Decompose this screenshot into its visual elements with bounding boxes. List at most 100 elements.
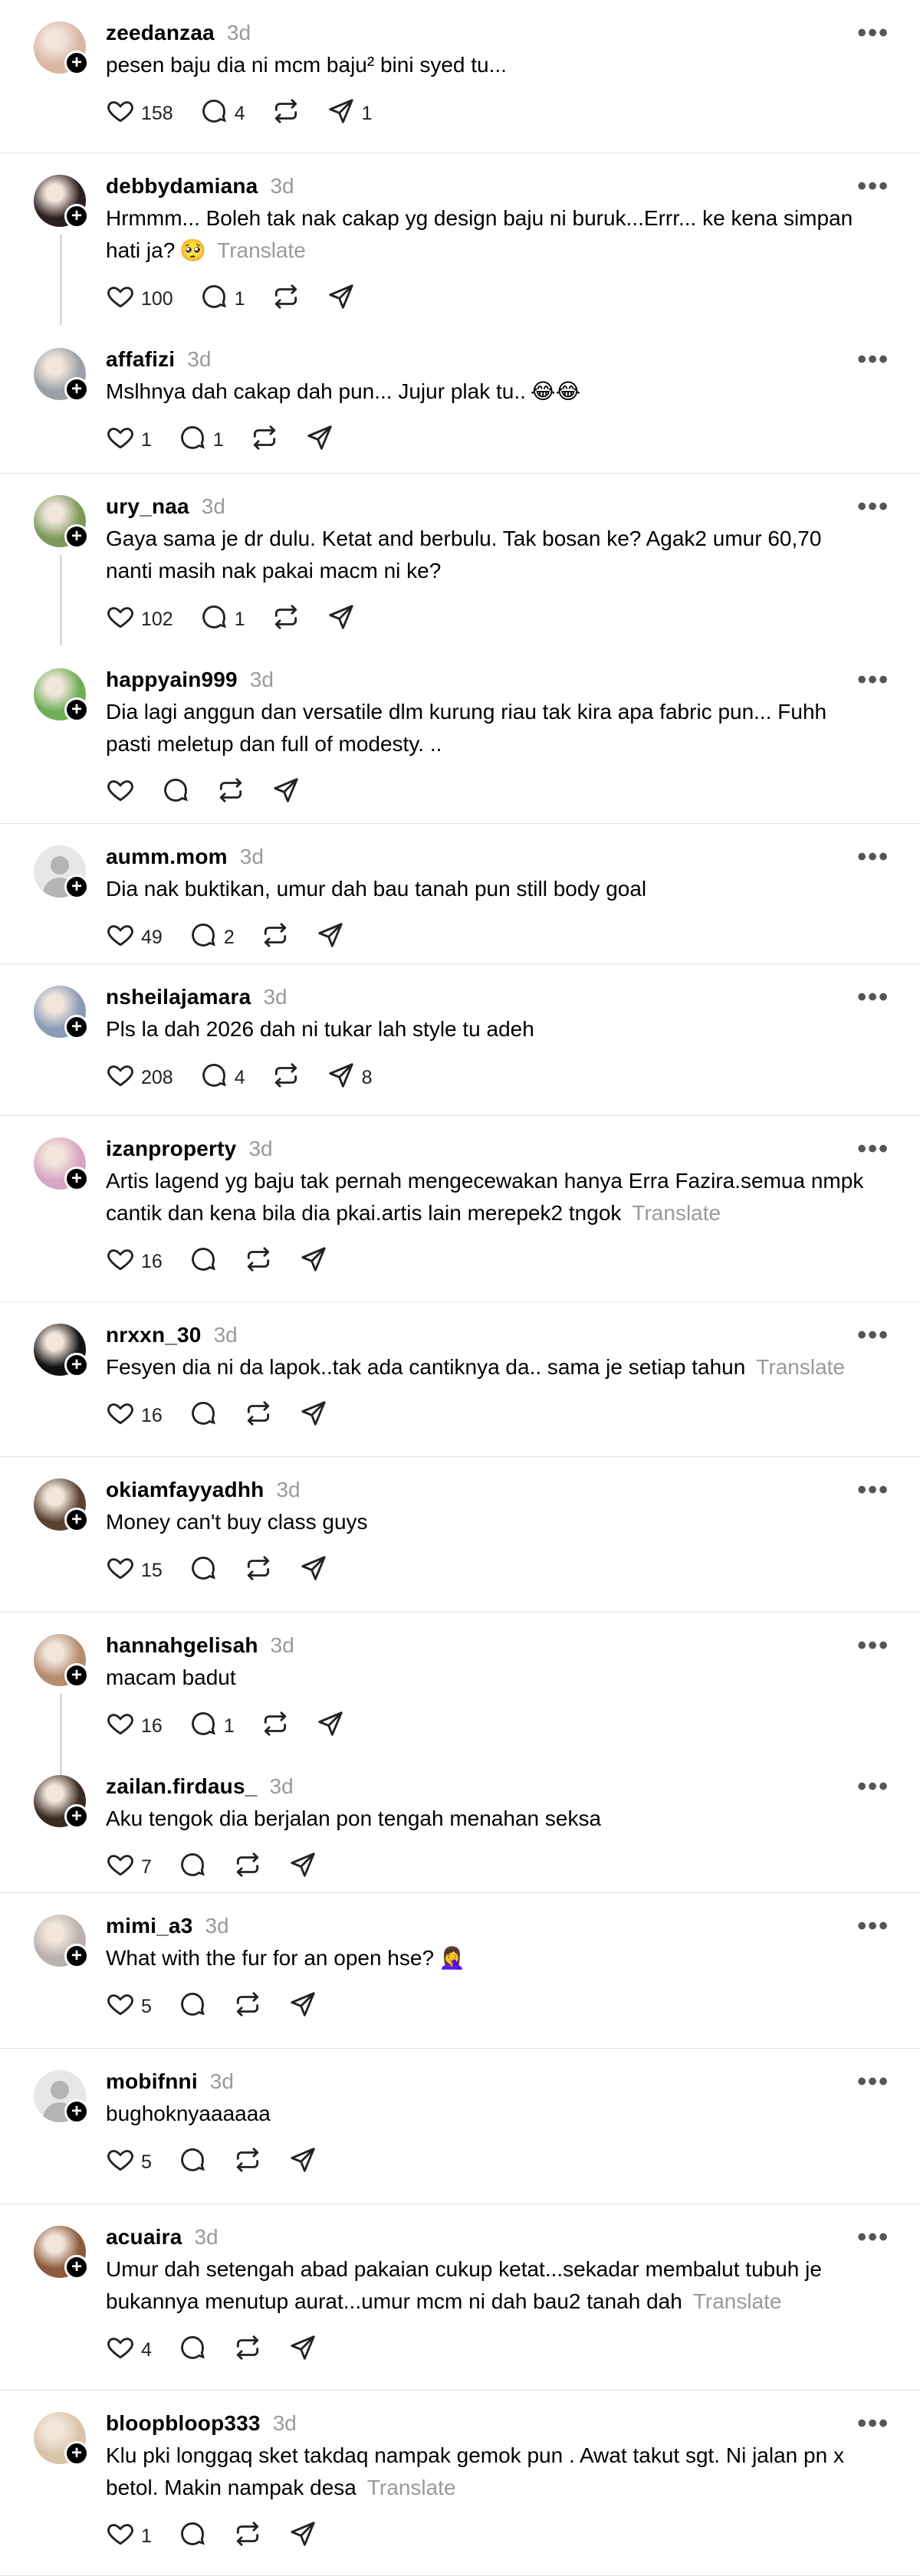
translate-link[interactable]: Translate [693,2289,782,2313]
like-button[interactable]: 15 [106,1554,163,1588]
follow-plus-icon[interactable]: + [64,1353,89,1377]
repost-button[interactable] [233,1990,262,2024]
share-button[interactable] [288,2145,317,2180]
translate-link[interactable]: Translate [367,2476,456,2499]
repost-button[interactable] [271,97,301,131]
reply-button[interactable] [161,776,190,810]
username-link[interactable]: happyain999 [106,668,238,692]
username-link[interactable]: hannahgelisah [106,1633,258,1658]
share-button[interactable] [305,423,334,458]
more-options-icon[interactable]: ••• [857,345,889,375]
follow-plus-icon[interactable]: + [64,1804,89,1829]
username-link[interactable]: ury_naa [106,494,189,519]
like-button[interactable]: 158 [106,97,173,131]
share-button[interactable] [299,1245,328,1279]
username-link[interactable]: okiamfayyadhh [106,1478,264,1502]
repost-button[interactable] [216,776,245,810]
follow-plus-icon[interactable]: + [64,1508,89,1532]
share-button[interactable] [316,920,345,955]
like-button[interactable] [106,776,135,810]
reply-button[interactable]: 1 [189,1709,235,1744]
reply-button[interactable] [178,1990,207,2024]
more-options-icon[interactable]: ••• [857,18,889,48]
reply-button[interactable]: 1 [178,423,224,458]
reply-button[interactable] [189,1399,218,1433]
share-button[interactable]: 1 [327,97,373,131]
translate-link[interactable]: Translate [632,1201,721,1225]
more-options-icon[interactable]: ••• [857,983,889,1012]
username-link[interactable]: mimi_a3 [106,1914,192,1938]
like-button[interactable]: 7 [106,1850,152,1885]
like-button[interactable]: 49 [106,920,163,955]
like-button[interactable]: 16 [106,1245,163,1279]
more-options-icon[interactable]: ••• [857,842,889,872]
reply-button[interactable] [178,2333,207,2368]
like-button[interactable]: 4 [106,2333,152,2368]
follow-plus-icon[interactable]: + [64,1167,89,1191]
follow-plus-icon[interactable]: + [64,875,89,899]
translate-link[interactable]: Translate [756,1355,845,1379]
username-link[interactable]: izanproperty [106,1137,236,1161]
repost-button[interactable] [233,2333,262,2368]
repost-button[interactable] [233,2145,262,2180]
more-options-icon[interactable]: ••• [857,1134,889,1164]
follow-plus-icon[interactable]: + [64,697,89,722]
repost-button[interactable] [233,1850,262,1885]
share-button[interactable] [299,1399,328,1433]
share-button[interactable] [299,1554,328,1588]
like-button[interactable]: 5 [106,1990,152,2024]
repost-button[interactable] [261,1709,290,1744]
username-link[interactable]: bloopbloop333 [106,2411,261,2436]
repost-button[interactable] [244,1554,273,1588]
share-button[interactable] [288,1850,317,1885]
username-link[interactable]: affafizi [106,347,175,372]
username-link[interactable]: zailan.firdaus_ [106,1774,258,1799]
more-options-icon[interactable]: ••• [857,2409,889,2439]
follow-plus-icon[interactable]: + [64,204,89,228]
repost-button[interactable] [271,602,301,637]
more-options-icon[interactable]: ••• [857,172,889,202]
reply-button[interactable] [178,1850,207,1885]
repost-button[interactable] [244,1399,273,1433]
repost-button[interactable] [261,920,290,955]
username-link[interactable]: aumm.mom [106,845,228,869]
username-link[interactable]: mobifnni [106,2069,198,2094]
translate-link[interactable]: Translate [217,238,306,262]
username-link[interactable]: zeedanzaa [106,21,215,45]
follow-plus-icon[interactable]: + [64,51,89,75]
follow-plus-icon[interactable]: + [64,1944,89,1968]
like-button[interactable]: 16 [106,1399,163,1433]
repost-button[interactable] [233,2519,262,2554]
repost-button[interactable] [271,282,301,317]
like-button[interactable]: 102 [106,602,173,637]
username-link[interactable]: acuaira [106,2225,182,2249]
like-button[interactable]: 1 [106,423,152,458]
follow-plus-icon[interactable]: + [64,1015,89,1039]
share-button[interactable] [288,1990,317,2024]
follow-plus-icon[interactable]: + [64,2099,89,2124]
follow-plus-icon[interactable]: + [64,377,89,402]
repost-button[interactable] [250,423,279,458]
more-options-icon[interactable]: ••• [857,1772,889,1802]
share-button[interactable]: 8 [327,1061,373,1095]
more-options-icon[interactable]: ••• [857,1631,889,1661]
username-link[interactable]: debbydamiana [106,174,258,199]
like-button[interactable]: 208 [106,1061,173,1095]
username-link[interactable]: nsheilajamara [106,985,251,1009]
follow-plus-icon[interactable]: + [64,524,89,549]
share-button[interactable] [316,1709,345,1744]
reply-button[interactable]: 1 [199,602,245,637]
reply-button[interactable] [189,1245,218,1279]
share-button[interactable] [271,776,301,810]
repost-button[interactable] [271,1061,301,1095]
share-button[interactable] [288,2519,317,2554]
like-button[interactable]: 5 [106,2145,152,2180]
like-button[interactable]: 16 [106,1709,163,1744]
share-button[interactable] [327,282,356,317]
like-button[interactable]: 100 [106,282,173,317]
share-button[interactable] [327,602,356,637]
follow-plus-icon[interactable]: + [64,2255,89,2279]
follow-plus-icon[interactable]: + [64,2441,89,2466]
more-options-icon[interactable]: ••• [857,1475,889,1505]
follow-plus-icon[interactable]: + [64,1663,89,1688]
